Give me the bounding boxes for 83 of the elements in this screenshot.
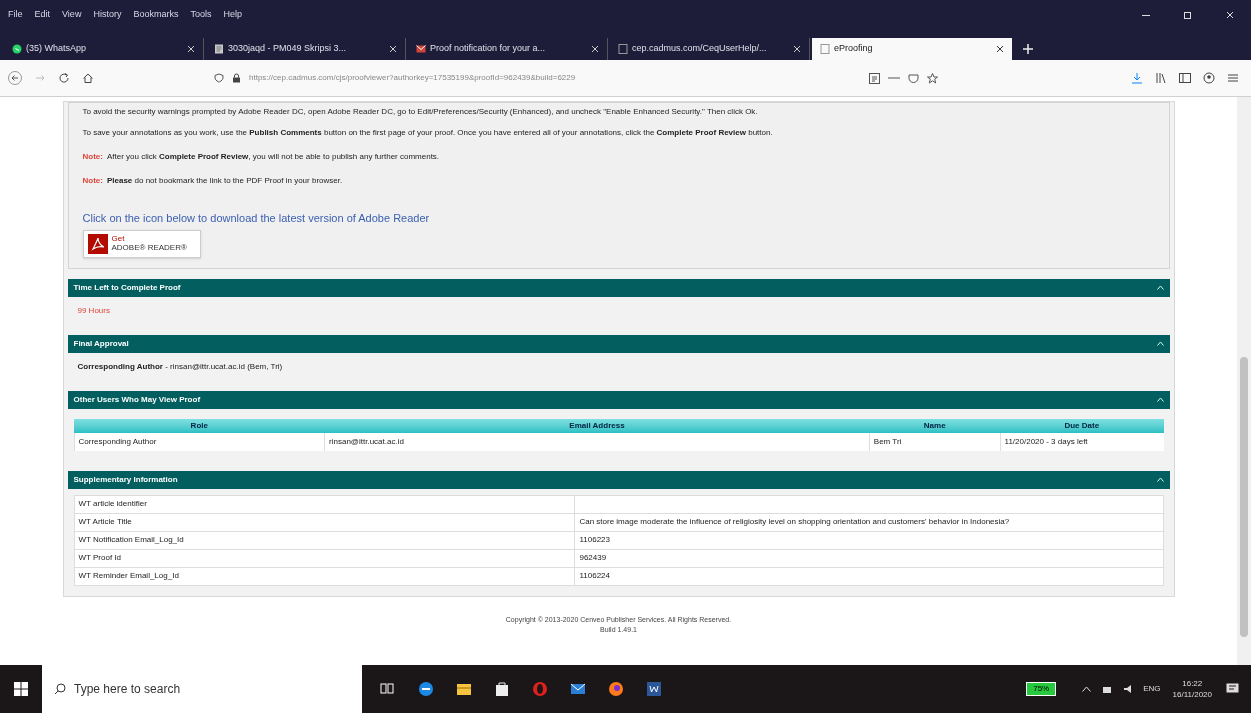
firefox-icon[interactable] — [608, 681, 624, 697]
notification-icon[interactable] — [1226, 683, 1239, 695]
reload-icon[interactable] — [58, 72, 70, 84]
table-cell: rinsan@ittr.ucat.ac.id — [324, 432, 870, 451]
table-cell: WT Article Title — [74, 513, 575, 531]
browser-tab[interactable]: eProofing — [812, 38, 1012, 60]
close-icon[interactable] — [996, 45, 1004, 53]
column-header: Due Date — [1000, 418, 1164, 433]
task-view-icon[interactable] — [380, 681, 396, 697]
badge-text: ADOBE® READER® — [111, 243, 187, 253]
table-cell: WT Proof Id — [74, 549, 575, 567]
note-text: Please do not bookmark the link to the PDF Proof in your browser. — [106, 175, 343, 187]
section-header[interactable]: Time Left to Complete Proof — [67, 278, 1170, 297]
pdf-logo-icon — [87, 233, 108, 254]
mail-icon — [416, 44, 426, 54]
approval-text: Corresponding Author - rinsan@ittr.ucat.ac.id (Bem, Tri) — [77, 361, 283, 371]
document-icon — [214, 44, 224, 54]
search-field[interactable]: Type here to search — [42, 665, 362, 713]
chevron-up-icon[interactable] — [1082, 686, 1092, 692]
table-cell: Can store image moderate the influence of religiosity level on shopping orientation and customers' behavior in Indonesia? — [574, 513, 1163, 531]
table-cell: 1106224 — [574, 567, 1163, 585]
badge-text: Get — [111, 234, 126, 244]
page-icon — [618, 44, 628, 54]
instruction-text: To save your annotations as you work, use the Publish Comments button on the first page of your proof. Once you have entered all of your annotations, click the Complete Proof Review button. — [82, 127, 774, 139]
clock[interactable]: 16:22 16/11/2020 — [1172, 678, 1212, 700]
new-tab-icon[interactable] — [1022, 43, 1034, 55]
back-icon[interactable] — [8, 71, 22, 85]
search-icon — [54, 683, 66, 695]
menu-item[interactable]: Edit — [34, 8, 51, 22]
table-cell: WT Notification Email_Log_Id — [74, 531, 575, 549]
chat-bubble-icon — [12, 44, 22, 54]
windows-icon[interactable] — [14, 682, 28, 696]
opera-icon[interactable] — [532, 681, 548, 697]
section-header[interactable]: Supplementary Information — [67, 470, 1170, 489]
download-icon[interactable] — [1131, 72, 1143, 84]
table-cell: 962439 — [574, 549, 1163, 567]
shield-icon — [214, 73, 224, 83]
section-header[interactable]: Final Approval — [67, 334, 1170, 353]
folder-icon[interactable] — [456, 681, 472, 697]
adobe-reader-badge[interactable]: Get ADOBE® READER® — [82, 229, 201, 258]
column-header: Name — [869, 418, 1001, 433]
word-icon[interactable] — [646, 681, 662, 697]
menu-icon[interactable] — [1227, 72, 1239, 84]
page-icon — [820, 44, 830, 54]
column-header: Role — [74, 418, 325, 433]
table-cell: WT article identifier — [74, 495, 575, 513]
column-header: Email Address — [324, 418, 870, 433]
sidebar-icon[interactable] — [1179, 72, 1191, 84]
reader-view-icon[interactable] — [869, 72, 880, 84]
menu-item[interactable]: Bookmarks — [133, 8, 179, 22]
account-icon[interactable] — [1203, 72, 1215, 84]
caret-icon[interactable] — [1156, 477, 1164, 482]
menu-item[interactable]: History — [93, 8, 122, 22]
table-cell: Bem Tri — [869, 432, 1001, 451]
library-icon[interactable] — [1155, 72, 1167, 84]
caret-icon[interactable] — [1156, 341, 1164, 346]
table-cell: WT Reminder Email_Log_Id — [74, 567, 575, 585]
instruction-text: To avoid the security warnings prompted by Adobe Reader DC, open Adobe Reader DC, go to Edit/Preferences/Security (Enhanced), and uncheck "Enable Enhanced Security." Then click Ok. — [82, 106, 759, 118]
table-cell: 11/20/2020 - 3 days left — [1000, 432, 1164, 451]
table-cell: 1106223 — [574, 531, 1163, 549]
table-cell: Corresponding Author — [74, 432, 325, 451]
menu-item[interactable]: Help — [223, 8, 242, 22]
caret-icon[interactable] — [1156, 285, 1164, 290]
star-icon[interactable] — [927, 72, 938, 84]
restore-icon[interactable] — [1183, 10, 1193, 20]
language-indicator[interactable]: ENG — [1143, 683, 1161, 695]
battery-indicator: 75% — [1026, 682, 1057, 696]
pocket-icon[interactable] — [908, 72, 919, 84]
note-label: Note: — [82, 151, 103, 163]
note-text: After you click Complete Proof Review, you will not be able to publish any further comments. — [106, 151, 440, 163]
download-link[interactable]: Click on the icon below to download the latest version of Adobe Reader — [82, 210, 1155, 227]
lock-icon — [232, 73, 241, 83]
note-label: Note: — [82, 175, 103, 187]
section-header[interactable]: Other Users Who May View Proof — [67, 390, 1170, 409]
home-icon[interactable] — [82, 72, 94, 84]
menu-item[interactable]: File — [8, 8, 23, 22]
menu-item[interactable]: Tools — [190, 8, 212, 22]
time-left-text: 99 Hours — [77, 305, 110, 315]
menu-item[interactable]: View — [62, 8, 82, 22]
mail-icon[interactable] — [570, 681, 586, 697]
scrollbar[interactable] — [1237, 97, 1251, 665]
caret-icon[interactable] — [1156, 397, 1164, 402]
store-icon[interactable] — [494, 681, 510, 697]
